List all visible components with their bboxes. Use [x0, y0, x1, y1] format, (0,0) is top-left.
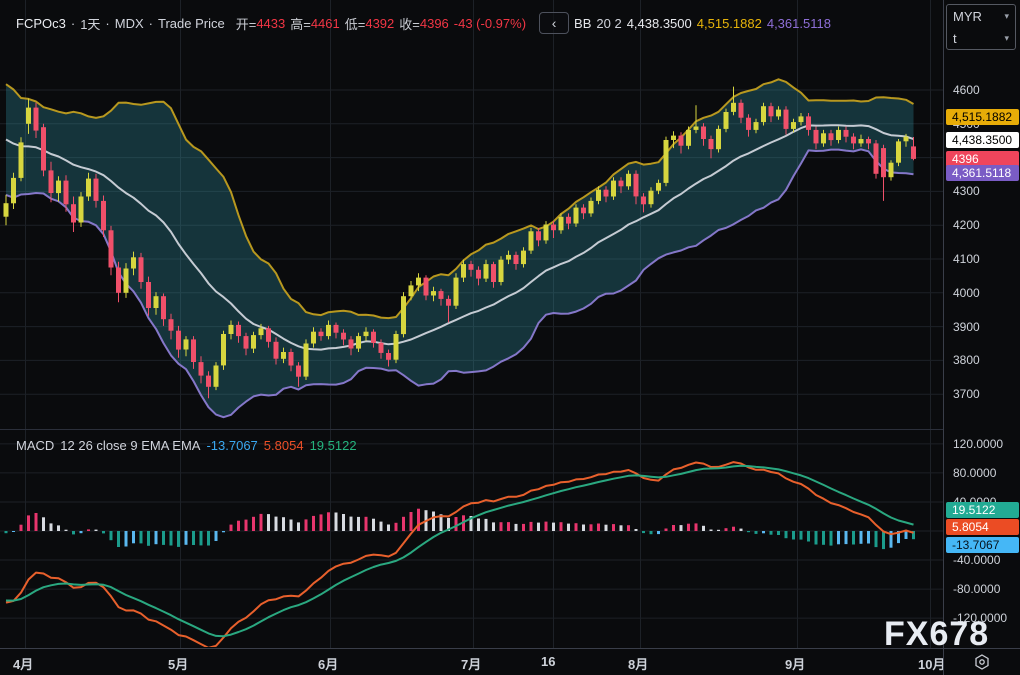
time-axis-label: 8月 — [628, 654, 648, 673]
macd-tick-label: 80.0000 — [953, 466, 996, 480]
unit-dropdown[interactable]: t ▾ — [947, 27, 1015, 49]
high-label: 高= — [290, 14, 311, 33]
price-tick-label: 3700 — [953, 387, 980, 401]
high-value: 4461 — [311, 16, 340, 31]
price-badge: 4,361.5118 — [946, 165, 1019, 181]
unit-value: t — [953, 31, 957, 46]
open-value: 4433 — [256, 16, 285, 31]
bb-upper-value: 4,515.1882 — [697, 16, 762, 31]
macd-tick-label: 120.0000 — [953, 437, 1003, 451]
separator-dot: · — [105, 16, 109, 31]
collapse-indicators-button[interactable]: ‹ — [539, 12, 569, 34]
price-type-label: Trade Price — [158, 16, 225, 31]
time-axis-label: 10月 — [918, 654, 945, 673]
time-axis-label: 6月 — [318, 654, 338, 673]
low-value: 4392 — [365, 16, 394, 31]
price-badge: 4,515.1882 — [946, 109, 1019, 125]
close-value: 4396 — [420, 16, 449, 31]
macd-signal-value: 19.5122 — [310, 438, 357, 453]
bb-lower-value: 4,361.5118 — [767, 16, 831, 31]
chart-canvas[interactable] — [0, 0, 943, 648]
price-tick-label: 3900 — [953, 320, 980, 334]
exchange-label: MDX — [115, 16, 144, 31]
price-tick-label: 3800 — [953, 353, 980, 367]
time-axis-label: 7月 — [461, 654, 481, 673]
macd-line-value: 5.8054 — [264, 438, 304, 453]
time-axis-label: 5月 — [168, 654, 188, 673]
close-label: 收= — [399, 14, 420, 33]
macd-hist-value: -13.7067 — [206, 438, 257, 453]
price-scale[interactable]: 4600450044004300420041004000390038003700… — [943, 0, 1020, 648]
bb-params: 20 2 — [596, 16, 621, 31]
chevron-down-icon: ▾ — [1004, 33, 1009, 44]
fx678-watermark: FX678 — [884, 615, 989, 654]
macd-badge: -13.7067 — [946, 537, 1019, 553]
macd-tick-label: -80.0000 — [953, 582, 1000, 596]
macd-badge: 19.5122 — [946, 502, 1019, 518]
chart-app: FCPOc3 · 1天 · MDX · Trade Price 开= 4433 … — [0, 0, 1020, 675]
chevron-down-icon: ▾ — [1004, 11, 1009, 22]
price-tick-label: 4300 — [953, 184, 980, 198]
macd-tick-label: -40.0000 — [953, 553, 1000, 567]
settings-hexagon-icon — [973, 653, 991, 671]
price-tick-label: 4600 — [953, 83, 980, 97]
macd-params: 12 26 close 9 EMA EMA — [60, 438, 200, 453]
low-label: 低= — [345, 14, 366, 33]
symbol-name[interactable]: FCPOc3 — [16, 16, 66, 31]
currency-value: MYR — [953, 9, 982, 24]
macd-header: MACD 12 26 close 9 EMA EMA -13.7067 5.80… — [16, 436, 363, 454]
price-tick-label: 4200 — [953, 218, 980, 232]
separator-dot: · — [149, 16, 153, 31]
scale-settings-box: MYR ▾ t ▾ — [946, 4, 1016, 50]
price-tick-label: 4000 — [953, 286, 980, 300]
bb-basis-value: 4,438.3500 — [627, 16, 692, 31]
price-badge: 4,438.3500 — [946, 132, 1019, 148]
time-axis-label: 4月 — [13, 654, 33, 673]
bb-indicator-name[interactable]: BB — [574, 16, 591, 31]
chevron-left-icon: ‹ — [552, 15, 557, 31]
time-axis[interactable]: 4月 5月 6月 7月 16 8月 9月 10月 — [0, 648, 943, 675]
symbol-header: FCPOc3 · 1天 · MDX · Trade Price 开= 4433 … — [16, 12, 836, 34]
open-label: 开= — [236, 14, 257, 33]
change-value: -43 (-0.97%) — [454, 16, 526, 31]
time-axis-label: 9月 — [785, 654, 805, 673]
macd-badge: 5.8054 — [946, 519, 1019, 535]
separator-dot: · — [71, 16, 75, 31]
macd-indicator-name[interactable]: MACD — [16, 438, 54, 453]
currency-dropdown[interactable]: MYR ▾ — [947, 5, 1015, 27]
time-axis-label: 16 — [541, 654, 555, 669]
price-tick-label: 4100 — [953, 252, 980, 266]
interval-label[interactable]: 1天 — [80, 14, 100, 33]
